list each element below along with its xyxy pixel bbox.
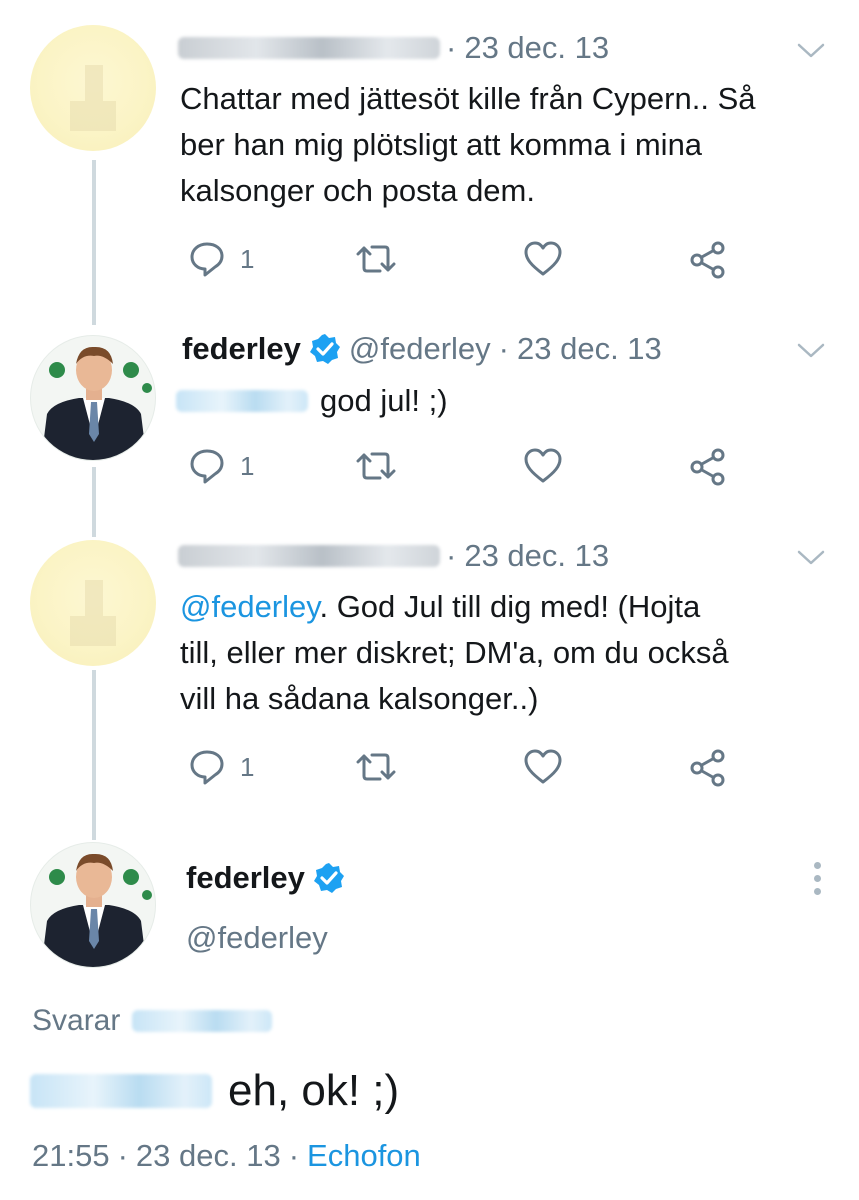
separator: · <box>498 331 509 366</box>
tweet-date[interactable]: 23 dec. 13 <box>464 30 609 66</box>
chevron-down-icon[interactable] <box>796 40 826 60</box>
display-name[interactable]: federley <box>186 860 305 896</box>
reply-count: 1 <box>240 450 255 481</box>
tweet-text-line: vill ha sådana kalsonger..) <box>180 681 539 716</box>
main-tweet-text: eh, ok! ;) <box>228 1066 400 1115</box>
like-icon[interactable] <box>523 447 563 485</box>
tweet-time: 21:55 <box>32 1138 110 1173</box>
reply-icon[interactable] <box>188 447 226 485</box>
retweet-icon[interactable] <box>356 748 396 786</box>
like-icon[interactable] <box>523 748 563 786</box>
share-icon[interactable] <box>688 447 728 487</box>
tweet-source-link[interactable]: Echofon <box>307 1138 421 1174</box>
separator: · <box>446 30 457 65</box>
avatar[interactable] <box>30 540 156 666</box>
separator: · <box>446 538 457 573</box>
retweet-icon[interactable] <box>356 447 396 485</box>
tweet-text-line: . God Jul till dig med! (Hojta <box>319 589 701 624</box>
blurred-mention[interactable] <box>132 1010 273 1032</box>
chevron-down-icon[interactable] <box>796 547 826 567</box>
avatar[interactable] <box>30 842 156 968</box>
avatar-photo <box>41 853 152 967</box>
blurred-username <box>178 545 440 567</box>
like-icon[interactable] <box>523 240 563 278</box>
reply-count: 1 <box>240 243 255 274</box>
tweet-text-line: till, eller mer diskret; DM'a, om du ock… <box>180 635 729 670</box>
tweet-date[interactable]: 23 dec. 13 <box>464 538 609 574</box>
retweet-icon[interactable] <box>356 240 396 278</box>
reply-icon[interactable] <box>188 240 226 278</box>
separator: · <box>117 1138 128 1173</box>
tweet-date: 23 dec. 13 <box>135 1138 281 1173</box>
handle[interactable]: @federley <box>186 920 328 956</box>
tweet-actions: 1 <box>180 748 740 788</box>
replying-to-label: Svarar <box>32 1004 121 1037</box>
avatar-photo <box>41 346 152 460</box>
tweet-actions: 1 <box>180 240 740 280</box>
tweet-meta: 21:55 · 23 dec. 13 · Echofon <box>32 1138 421 1174</box>
share-icon[interactable] <box>688 748 728 788</box>
thread-line <box>92 160 96 325</box>
tweet-body: god jul! ;) <box>176 378 448 424</box>
reply-icon[interactable] <box>188 748 226 786</box>
handle[interactable]: @federley <box>349 331 491 367</box>
display-name[interactable]: federley <box>182 331 301 367</box>
verified-badge-icon <box>313 863 344 893</box>
tweet-text: @federley. God Jul till dig med! (Hojta … <box>180 584 820 722</box>
mention-link[interactable]: @federley <box>180 589 319 624</box>
share-icon[interactable] <box>688 240 728 280</box>
verified-badge-icon <box>309 334 340 364</box>
blurred-username <box>178 37 440 59</box>
reply-count: 1 <box>240 751 255 782</box>
separator: · <box>288 1138 300 1173</box>
thread-line <box>92 467 96 537</box>
tweet-text: Chattar med jättesöt kille från Cypern..… <box>180 81 756 208</box>
tweet-date[interactable]: 23 dec. 13 <box>517 331 662 367</box>
avatar[interactable] <box>30 335 156 461</box>
chevron-down-icon[interactable] <box>796 340 826 360</box>
blurred-mention[interactable] <box>30 1074 212 1108</box>
blurred-mention <box>176 390 308 412</box>
avatar[interactable] <box>30 25 156 151</box>
thread-line <box>92 670 96 840</box>
tweet-text: god jul! ;) <box>320 383 448 418</box>
tweet-actions: 1 <box>180 447 740 487</box>
more-icon[interactable] <box>813 862 823 901</box>
